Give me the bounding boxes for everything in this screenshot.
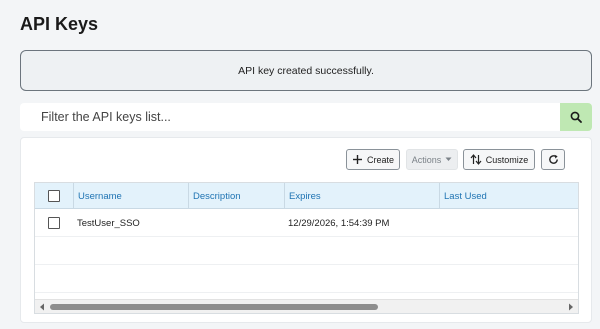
page-title: API Keys <box>20 14 99 34</box>
api-keys-panel: Create Actions Customize Username Descri… <box>20 137 592 323</box>
filter-bar <box>20 103 592 131</box>
refresh-button[interactable] <box>541 149 565 170</box>
search-button[interactable] <box>560 103 592 131</box>
description-cell <box>188 209 284 237</box>
filter-input[interactable] <box>20 103 560 131</box>
create-label: Create <box>366 154 394 165</box>
scrollbar-thumb[interactable] <box>50 304 378 310</box>
username-cell: TestUser_SSO <box>77 217 140 229</box>
customize-button[interactable]: Customize <box>463 149 535 170</box>
column-header-description[interactable]: Description <box>188 183 284 209</box>
actions-label: Actions <box>411 154 442 165</box>
plus-icon <box>352 155 362 164</box>
caret-down-icon <box>445 157 452 161</box>
scroll-left-icon[interactable] <box>37 302 47 312</box>
horizontal-scrollbar[interactable] <box>35 299 578 313</box>
search-icon <box>570 111 582 123</box>
table-row[interactable]: TestUser_SSO 12/29/2026, 1:54:39 PM <box>35 209 578 237</box>
row-checkbox[interactable] <box>48 217 60 229</box>
alert-message: API key created successfully. <box>238 64 374 77</box>
select-all-checkbox[interactable] <box>48 190 60 202</box>
scroll-right-icon[interactable] <box>566 302 576 312</box>
column-header-last-used[interactable]: Last Used <box>439 183 578 209</box>
last-used-cell <box>439 209 578 237</box>
sort-icon <box>470 154 482 165</box>
create-button[interactable]: Create <box>346 149 400 170</box>
column-header-username[interactable]: Username <box>73 183 188 209</box>
customize-label: Customize <box>485 154 529 165</box>
actions-dropdown[interactable]: Actions <box>406 149 458 170</box>
empty-row <box>35 265 578 293</box>
refresh-icon <box>548 154 558 164</box>
table-header: Username Description Expires Last Used <box>35 183 578 209</box>
column-header-expires[interactable]: Expires <box>284 183 439 209</box>
expires-cell: 12/29/2026, 1:54:39 PM <box>288 217 390 229</box>
empty-row <box>35 237 578 265</box>
success-alert: API key created successfully. <box>20 50 592 91</box>
api-keys-table: Username Description Expires Last Used T… <box>34 182 579 314</box>
